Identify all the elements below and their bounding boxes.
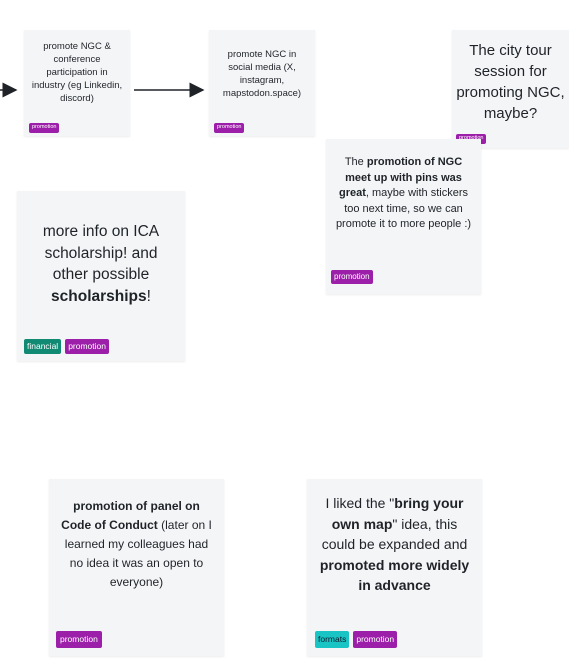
sticky-note-meetup-pins[interactable]: The promotion of NGC meet up with pins w… [326, 139, 481, 294]
tag-promotion[interactable]: promotion [353, 631, 398, 648]
tag-promotion[interactable]: promotion [56, 631, 102, 648]
text-part: The [344, 156, 367, 168]
note-text: I liked the "bring your own map" idea, t… [317, 493, 472, 596]
sticky-note-ngc-social[interactable]: promote NGC in social media (X, instagra… [209, 30, 315, 136]
tag-promotion[interactable]: promotion [331, 270, 373, 284]
note-text: promote NGC & conference participation i… [31, 41, 123, 104]
text-part: ! [146, 287, 151, 305]
sticky-note-ngc-conference[interactable]: promote NGC & conference participation i… [24, 30, 130, 136]
note-text: promotion of panel on Code of Conduct (l… [59, 497, 214, 592]
whiteboard-canvas: promote NGC & conference participation i… [0, 0, 569, 659]
sticky-note-bring-map[interactable]: I liked the "bring your own map" idea, t… [307, 479, 482, 656]
tag-promotion[interactable]: promotion [214, 123, 245, 133]
note-text: The promotion of NGC meet up with pins w… [334, 155, 473, 233]
tag-formats[interactable]: formats [315, 631, 350, 648]
sticky-note-city-tour[interactable]: The city tour session for promoting NGC,… [452, 30, 569, 148]
text-part: I liked the " [325, 495, 395, 511]
tag-financial[interactable]: financial [24, 339, 62, 354]
text-part: more info on ICA scholarship! and other … [42, 223, 160, 283]
note-text: more info on ICA scholarship! and other … [25, 221, 177, 307]
text-bold: scholarships [51, 287, 147, 305]
tag-promotion[interactable]: promotion [65, 339, 109, 354]
note-text: The city tour session for promoting NGC,… [456, 42, 565, 122]
tag-promotion[interactable]: promotion [29, 123, 60, 133]
text-bold: promoted more widely in advance [319, 556, 470, 594]
sticky-note-code-of-conduct[interactable]: promotion of panel on Code of Conduct (l… [49, 479, 224, 656]
sticky-note-ica-scholarship[interactable]: more info on ICA scholarship! and other … [17, 191, 185, 361]
note-text: promote NGC in social media (X, instagra… [222, 49, 302, 99]
